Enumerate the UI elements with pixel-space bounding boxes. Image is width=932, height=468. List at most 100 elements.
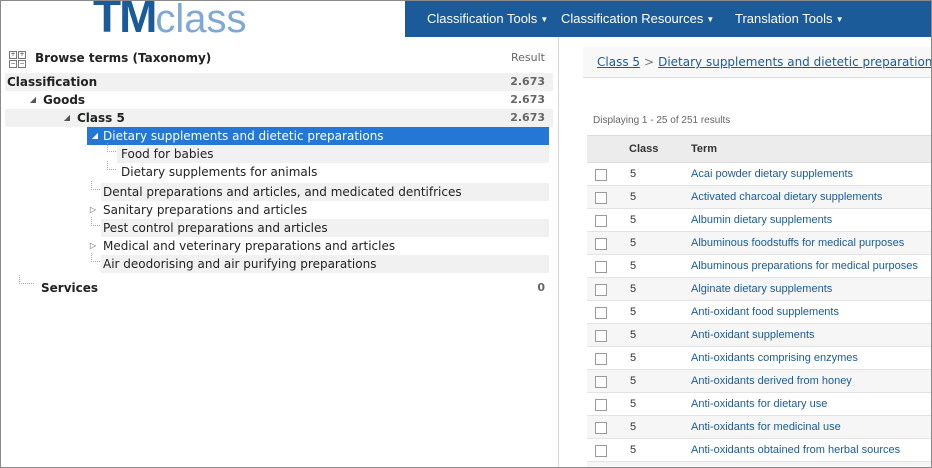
tree-connector (91, 181, 100, 190)
row-term-link[interactable]: Alginate dietary supplements (691, 278, 832, 300)
tree-node-dietary-animals[interactable]: Dietary supplements for animals (117, 163, 549, 181)
node-label: Classification (7, 75, 98, 89)
table-row: 5 Anti-oxidants obtained from herbal sour… (587, 439, 931, 462)
collapse-all-icon[interactable]: − (9, 60, 17, 68)
node-label: Pest control preparations and articles (103, 221, 328, 235)
tree-node-goods[interactable]: ◢ Goods 2.673 (5, 91, 553, 109)
row-checkbox[interactable] (595, 261, 607, 273)
row-class: 5 (630, 421, 637, 433)
row-checkbox[interactable] (595, 215, 607, 227)
row-term-link[interactable]: Activated charcoal dietary supplements (691, 186, 882, 208)
row-class: 5 (630, 168, 637, 180)
row-term-link[interactable]: Antioxidants (691, 462, 751, 467)
row-class: 5 (630, 214, 637, 226)
breadcrumb: Class 5 > Dietary supplements and dietetic… (583, 47, 931, 78)
expand-all-icon[interactable]: + (9, 51, 17, 59)
caret-down-icon: ▼ (706, 15, 715, 24)
node-label: Air deodorising and air purifying prepar… (103, 257, 377, 271)
tree-header: + + − − Browse terms (Taxonomy) Result (5, 47, 553, 73)
logo-sub: class (155, 0, 247, 41)
tree-node-food-for-babies[interactable]: Food for babies (117, 145, 549, 163)
row-class: 5 (630, 260, 637, 272)
row-checkbox[interactable] (595, 445, 607, 457)
tree-node-class5[interactable]: ◢ Class 5 2.673 (5, 109, 553, 127)
table-row: 5 Activated charcoal dietary supplements (587, 186, 931, 209)
taxonomy-panel: + + − − Browse terms (Taxonomy) Result C… (5, 47, 553, 467)
row-class: 5 (630, 375, 637, 387)
table-row: 5 Anti-oxidant supplements (587, 324, 931, 347)
breadcrumb-class5-link[interactable]: Class 5 (597, 55, 640, 69)
table-row: 5 Albuminous foodstuffs for medical purpo… (587, 232, 931, 255)
row-checkbox[interactable] (595, 169, 607, 181)
node-label: Medical and veterinary preparations and … (103, 239, 396, 253)
row-checkbox[interactable] (595, 284, 607, 296)
app-frame: TMclass Classification Tools ▼ Classifica… (0, 0, 932, 468)
tree-connector (91, 253, 100, 262)
row-term-link[interactable]: Acai powder dietary supplements (691, 163, 853, 185)
row-term-link[interactable]: Anti-oxidants for medicinal use (691, 416, 841, 438)
table-row: 5 Anti-oxidant food supplements (587, 301, 931, 324)
collapse-triangle-icon[interactable]: ◢ (89, 127, 101, 145)
node-label: Dietary supplements for animals (121, 165, 318, 179)
row-checkbox[interactable] (595, 238, 607, 250)
collapse-icon[interactable]: − (18, 60, 26, 68)
row-term-link[interactable]: Anti-oxidants for dietary use (691, 393, 827, 415)
column-header-class[interactable]: Class (629, 136, 658, 162)
tree-node-dietary-supplements[interactable]: ◢ Dietary supplements and dietetic prepa… (87, 127, 549, 145)
row-term-link[interactable]: Albuminous preparations for medical purp… (691, 255, 918, 277)
table-row: 5 Albumin dietary supplements (587, 209, 931, 232)
tree-node-sanitary[interactable]: ▷ Sanitary preparations and articles (87, 201, 549, 219)
table-row: 5 Alginate dietary supplements (587, 278, 931, 301)
row-term-link[interactable]: Albumin dietary supplements (691, 209, 832, 231)
nav-translation-tools[interactable]: Translation Tools ▼ (735, 1, 843, 37)
column-header-term[interactable]: Term (691, 136, 717, 162)
row-class: 5 (630, 306, 637, 318)
tree-node-services[interactable]: Services 0 (5, 279, 553, 297)
table-row: 5 Antioxidants (587, 462, 931, 467)
row-checkbox[interactable] (595, 399, 607, 411)
result-column-header: Result (511, 51, 545, 64)
row-class: 5 (630, 237, 637, 249)
node-label: Goods (43, 93, 86, 107)
results-table: Class Term 5 Acai powder dietary suppleme… (587, 135, 931, 467)
nav-classification-tools[interactable]: Classification Tools ▼ (427, 1, 548, 37)
row-class: 5 (630, 398, 637, 410)
top-navbar: Classification Tools ▼ Classification Res… (405, 1, 931, 37)
row-checkbox[interactable] (595, 353, 607, 365)
row-term-link[interactable]: Anti-oxidants derived from honey (691, 370, 852, 392)
row-checkbox[interactable] (595, 307, 607, 319)
tree-node-air-deodorising[interactable]: Air deodorising and air purifying prepar… (101, 255, 549, 273)
row-class: 5 (630, 462, 636, 467)
node-count: 0 (537, 281, 545, 294)
row-term-link[interactable]: Albuminous foodstuffs for medical purpos… (691, 232, 904, 254)
tree-node-pest-control[interactable]: Pest control preparations and articles (101, 219, 549, 237)
nav-classification-resources[interactable]: Classification Resources ▼ (561, 1, 714, 37)
tmclass-logo[interactable]: TMclass (93, 1, 247, 40)
row-checkbox[interactable] (595, 192, 607, 204)
collapse-triangle-icon[interactable]: ◢ (61, 109, 73, 127)
row-checkbox[interactable] (595, 422, 607, 434)
tree-node-classification[interactable]: Classification 2.673 (5, 73, 553, 91)
tree-node-medical[interactable]: ▷ Medical and veterinary preparations an… (87, 237, 549, 255)
expand-icon[interactable]: + (18, 51, 26, 59)
row-checkbox[interactable] (595, 376, 607, 388)
node-label: Dental preparations and articles, and me… (103, 185, 462, 199)
breadcrumb-dietary-link[interactable]: Dietary supplements and dietetic prepara… (658, 55, 931, 69)
node-label: Dietary supplements and dietetic prepara… (103, 129, 384, 143)
expand-collapse-icon[interactable]: + + − − (9, 51, 26, 68)
collapse-triangle-icon[interactable]: ◢ (27, 91, 39, 109)
row-checkbox[interactable] (595, 330, 607, 342)
tree-connector (107, 143, 116, 152)
row-term-link[interactable]: Anti-oxidant supplements (691, 324, 815, 346)
table-row: 5 Albuminous preparations for medical pur… (587, 255, 931, 278)
row-term-link[interactable]: Anti-oxidant food supplements (691, 301, 839, 323)
node-count: 2.673 (510, 75, 545, 88)
tree-connector (91, 217, 100, 226)
row-term-link[interactable]: Anti-oxidants obtained from herbal sourc… (691, 439, 900, 461)
tree-node-dental[interactable]: Dental preparations and articles, and me… (101, 183, 549, 201)
tree-title: Browse terms (Taxonomy) (35, 51, 212, 65)
header: TMclass Classification Tools ▼ Classifica… (1, 1, 931, 40)
caret-down-icon: ▼ (835, 15, 844, 24)
table-row: 5 Anti-oxidants for dietary use (587, 393, 931, 416)
row-term-link[interactable]: Anti-oxidants comprising enzymes (691, 347, 858, 369)
